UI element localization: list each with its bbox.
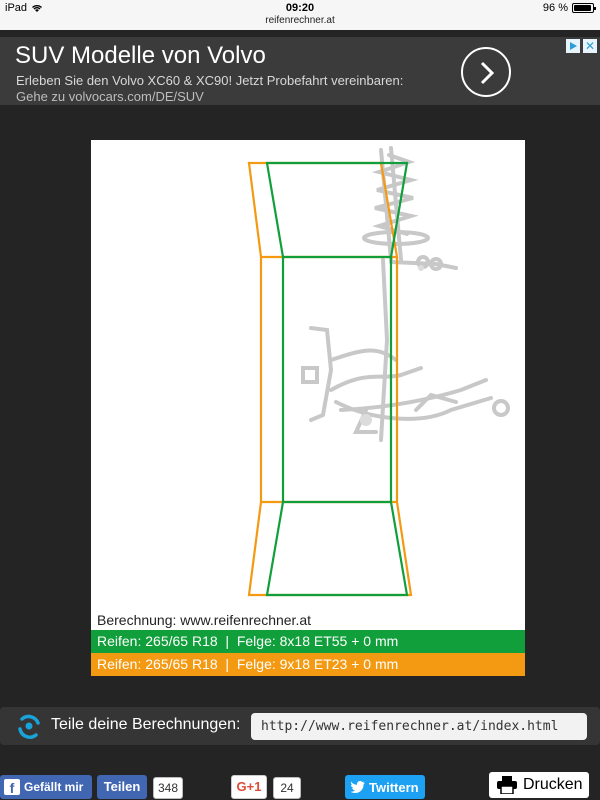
printer-icon: [497, 776, 517, 794]
legend-green-setup: Reifen: 265/65 R18 | Felge: 8x18 ET55 + …: [91, 630, 525, 653]
facebook-like-label: Gefällt mir: [24, 780, 84, 794]
offset-diagram: Berechnung: www.reifenrechner.at Reifen:…: [91, 140, 525, 676]
twitter-label: Twittern: [369, 779, 419, 795]
ad-arrow-button[interactable]: [461, 47, 511, 97]
print-label: Drucken: [523, 776, 583, 793]
share-url-field[interactable]: http://www.reifenrechner.at/index.html: [251, 713, 587, 740]
facebook-like-button[interactable]: f Gefällt mir: [0, 775, 92, 799]
google-plus-count: 24: [273, 777, 301, 799]
battery-percent: 96 %: [542, 2, 568, 14]
address-bar[interactable]: reifenrechner.at: [0, 15, 600, 26]
ad-banner[interactable]: SUV Modelle von Volvo Erleben Sie den Vo…: [0, 37, 600, 105]
facebook-share-count: 348: [153, 777, 183, 799]
ad-title[interactable]: SUV Modelle von Volvo: [15, 42, 266, 70]
clock: 09:20: [285, 2, 315, 14]
status-bar: iPad 09:20 reifenrechner.at 96 %: [0, 0, 600, 30]
facebook-share-button[interactable]: Teilen: [97, 775, 147, 799]
calculation-credit: Berechnung: www.reifenrechner.at: [97, 612, 312, 628]
share-label: Teile deine Berechnungen:: [51, 716, 241, 733]
share-bar: Teile deine Berechnungen: http://www.rei…: [0, 707, 600, 745]
legend-orange-setup: Reifen: 265/65 R18 | Felge: 9x18 ET23 + …: [91, 653, 525, 676]
print-button[interactable]: Drucken: [489, 772, 589, 798]
ad-text: Erleben Sie den Volvo XC60 & XC90! Jetzt…: [16, 73, 404, 88]
chevron-right-icon: [480, 61, 495, 85]
share-icon[interactable]: [14, 711, 44, 741]
suspension-illustration: [247, 146, 510, 597]
google-plus-button[interactable]: G+1: [231, 775, 267, 799]
social-footer: f Gefällt mir Teilen 348 G+1 24 Twittern…: [0, 768, 600, 800]
facebook-icon: f: [4, 779, 20, 796]
status-right: 96 %: [542, 2, 596, 14]
twitter-button[interactable]: Twittern: [345, 775, 425, 799]
battery-icon: [572, 3, 596, 13]
battery-level: [574, 5, 592, 11]
twitter-icon: [351, 781, 365, 793]
ad-link[interactable]: Gehe zu volvocars.com/DE/SUV: [16, 89, 204, 104]
close-icon[interactable]: ✕: [583, 39, 597, 53]
ad-choices-icon[interactable]: [566, 39, 580, 53]
